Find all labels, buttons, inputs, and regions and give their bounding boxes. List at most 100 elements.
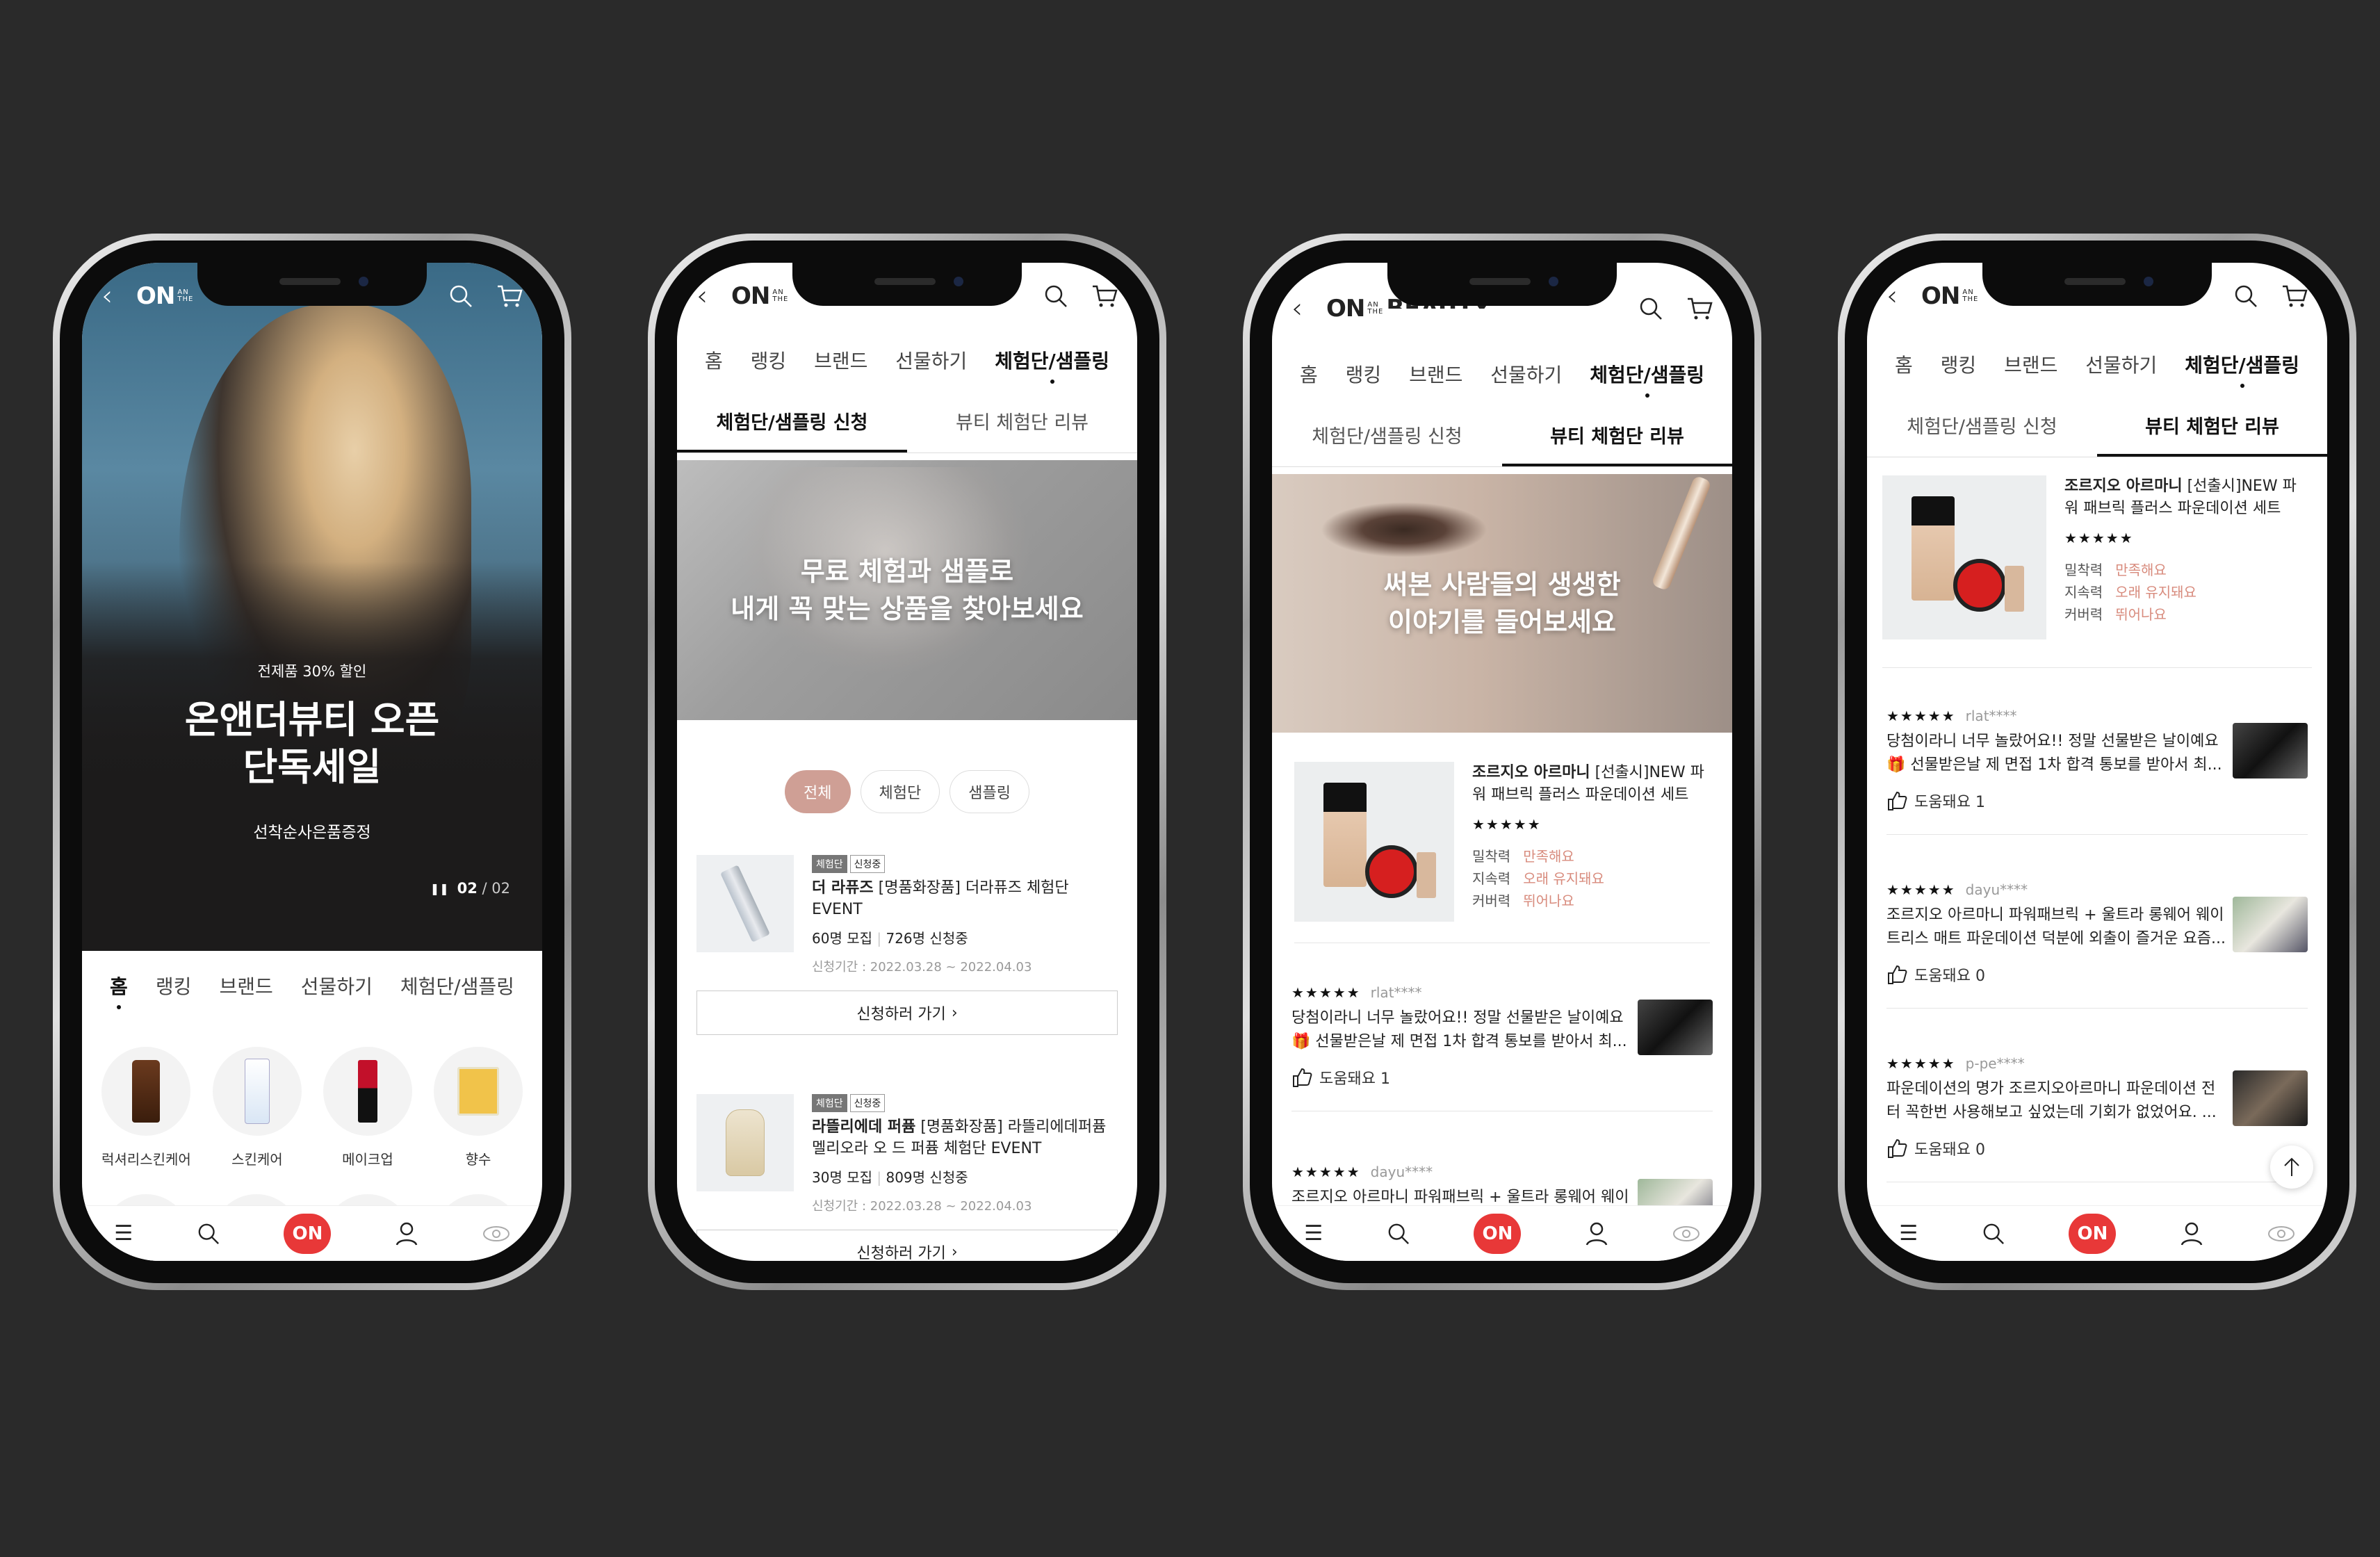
review-item[interactable]: ★★★★★ dayu**** 조르지오 아르마니 파워패브릭 + 울트라 롱웨어 … <box>1291 1164 1713 1234</box>
logo[interactable]: ON AN THE <box>731 282 788 310</box>
nav-ranking[interactable]: 랭킹 <box>751 346 787 374</box>
on-home-button[interactable]: ON <box>2069 1213 2117 1254</box>
apply-button[interactable]: 신청하러 가기 › <box>696 991 1118 1035</box>
nav-home[interactable]: 홈 <box>705 346 723 374</box>
helpful-button[interactable]: 도움돼요 0 <box>1886 1137 2308 1159</box>
nav-brand[interactable]: 브랜드 <box>1409 360 1462 388</box>
on-home-button[interactable]: ON <box>1474 1213 1522 1254</box>
category-luxury-skincare[interactable]: 럭셔리스킨케어 <box>101 1047 191 1168</box>
nav-ranking[interactable]: 랭킹 <box>1941 350 1977 378</box>
nav-brand[interactable]: 브랜드 <box>2004 350 2057 378</box>
back-icon[interactable]: ‹ <box>696 282 708 310</box>
review-item[interactable]: ★★★★★ rlat**** 당첨이라니 너무 놀랐어요!! 정말 선물받은 날이… <box>1291 984 1713 1111</box>
search-icon[interactable] <box>1639 297 1663 320</box>
hero-banner[interactable] <box>82 263 542 951</box>
search-icon[interactable] <box>197 1223 220 1245</box>
category-perfume[interactable]: 향수 <box>434 1047 523 1168</box>
review-stars: ★★★★★ <box>1886 881 1956 898</box>
review-photo[interactable] <box>2233 897 2308 952</box>
review-photo[interactable] <box>2233 723 2308 778</box>
nav-home[interactable]: 홈 <box>1895 350 1913 378</box>
nav-gift[interactable]: 선물하기 <box>895 346 967 374</box>
nav-ranking[interactable]: 랭킹 <box>1346 360 1382 388</box>
review-item[interactable]: ★★★★★ dayu**** 조르지오 아르마니 파워패브릭 + 울트라 롱웨어 … <box>1886 881 2308 1009</box>
tab-trial-review[interactable]: 뷰티 체험단 리뷰 <box>1502 409 1732 466</box>
user-icon[interactable] <box>2181 1222 2203 1246</box>
review-user: p-pe**** <box>1965 1055 2025 1072</box>
back-icon[interactable]: ‹ <box>1291 295 1303 323</box>
product-card[interactable]: 조르지오 아르마니 [선출시]NEW 파 워 패브릭 플러스 파운데이션 세트 … <box>1882 475 2312 668</box>
back-icon[interactable]: ‹ <box>101 282 113 310</box>
filter-trial[interactable]: 체험단 <box>860 770 940 813</box>
nav-home[interactable]: 홈 <box>1300 360 1318 388</box>
logo[interactable]: ON AN THE <box>136 282 193 310</box>
category-makeup[interactable]: 메이크업 <box>323 1047 412 1168</box>
back-icon[interactable]: ‹ <box>1886 282 1898 310</box>
cart-icon[interactable] <box>2281 284 2308 308</box>
menu-icon[interactable]: ☰ <box>1899 1221 1918 1246</box>
banner-title: 써본 사람들의 생생한 이야기를 들어보세요 <box>1383 569 1621 637</box>
sub-tabs: 체험단/샘플링 신청 뷰티 체험단 리뷰 <box>677 395 1137 453</box>
logo[interactable]: ON AN THE <box>1921 282 1978 310</box>
user-icon[interactable] <box>396 1222 418 1246</box>
review-user: rlat**** <box>1965 708 2017 724</box>
search-icon[interactable] <box>2234 284 2258 308</box>
product-card[interactable]: 조르지오 아르마니 [선출시]NEW 파 워 패브릭 플러스 파운데이션 세트 … <box>1294 762 1710 943</box>
review-photo[interactable] <box>1638 1000 1713 1055</box>
hero-promo: 전제품 30% 할인 <box>257 663 367 680</box>
helpful-button[interactable]: 도움돼요 1 <box>1291 1066 1713 1089</box>
cart-icon[interactable] <box>496 284 523 308</box>
apply-button[interactable]: 신청하러 가기 › <box>696 1230 1118 1261</box>
review-photo[interactable] <box>2233 1070 2308 1126</box>
product-name-2: 워 패브릭 플러스 파운데이션 세트 <box>1472 786 1689 804</box>
filter-sampling[interactable]: 샘플링 <box>949 770 1029 813</box>
trial-item[interactable]: 체험단 신청중 라뜰리에데 퍼퓸 [명품화장품] 라뜰리에데퍼퓸 멜리오라 오 드… <box>696 1094 1118 1261</box>
filter-all[interactable]: 전체 <box>785 770 851 813</box>
lipstick-icon <box>323 1047 412 1136</box>
helpful-button[interactable]: 도움돼요 0 <box>1886 963 2308 986</box>
hero-title: 온앤더뷰티 오픈 단독세일 <box>82 696 542 791</box>
nav-brand[interactable]: 브랜드 <box>219 972 272 1000</box>
nav-trial[interactable]: 체험단/샘플링 <box>1590 360 1704 388</box>
eye-icon[interactable] <box>2267 1225 2295 1243</box>
item-recruit: 60명 모집 <box>812 930 873 947</box>
tab-trial-apply[interactable]: 체험단/샘플링 신청 <box>677 395 907 453</box>
trial-item[interactable]: 체험단 신청중 더 라퓨즈 [명품화장품] 더라퓨즈 체험단 EVENT 60명 … <box>696 855 1118 1035</box>
hero-title-line-2: 단독세일 <box>243 745 382 789</box>
item-applied: 726명 신청중 <box>886 930 968 947</box>
nav-trial[interactable]: 체험단/샘플링 <box>2185 350 2299 378</box>
eye-icon[interactable] <box>1672 1225 1700 1243</box>
category-skincare[interactable]: 스킨케어 <box>212 1047 302 1168</box>
nav-trial[interactable]: 체험단/샘플링 <box>995 346 1109 374</box>
search-icon[interactable] <box>1982 1223 2005 1245</box>
menu-icon[interactable]: ☰ <box>1304 1221 1323 1246</box>
tab-trial-review[interactable]: 뷰티 체험단 리뷰 <box>907 395 1137 453</box>
cart-icon[interactable] <box>1686 297 1713 320</box>
tab-trial-apply[interactable]: 체험단/샘플링 신청 <box>1867 399 2097 457</box>
nav-ranking[interactable]: 랭킹 <box>156 972 192 1000</box>
menu-icon[interactable]: ☰ <box>114 1221 133 1246</box>
eye-icon[interactable] <box>482 1225 510 1243</box>
search-icon[interactable] <box>1387 1223 1410 1245</box>
cart-icon[interactable] <box>1091 284 1118 308</box>
scroll-to-top-button[interactable] <box>2270 1146 2313 1189</box>
nav-gift[interactable]: 선물하기 <box>1490 360 1562 388</box>
search-icon[interactable] <box>1044 284 1068 308</box>
tab-trial-review[interactable]: 뷰티 체험단 리뷰 <box>2097 399 2327 457</box>
tab-trial-apply[interactable]: 체험단/샘플링 신청 <box>1272 409 1502 466</box>
review-item[interactable]: ★★★★★ rlat**** 당첨이라니 너무 놀랐어요!! 정말 선물받은 날이… <box>1886 708 2308 835</box>
search-icon[interactable] <box>449 284 473 308</box>
nav-gift[interactable]: 선물하기 <box>301 972 373 1000</box>
nav-gift[interactable]: 선물하기 <box>2085 350 2157 378</box>
nav-trial[interactable]: 체험단/샘플링 <box>400 972 514 1000</box>
screen-trial-apply: ‹ ON AN THE 홈 랭킹 브랜드 선물하기 체험단/샘플링 체험단/샘플링… <box>677 263 1137 1261</box>
nav-brand[interactable]: 브랜드 <box>814 346 867 374</box>
review-stars: ★★★★★ <box>1291 1164 1361 1180</box>
pause-icon[interactable]: ❚❚ <box>430 882 449 895</box>
face-image <box>1321 502 1488 557</box>
user-icon[interactable] <box>1586 1222 1608 1246</box>
on-home-button[interactable]: ON <box>284 1213 332 1254</box>
helpful-button[interactable]: 도움돼요 1 <box>1886 790 2308 812</box>
review-item[interactable]: ★★★★★ p-pe**** 파운데이션의 명가 조르지오아르마니 파운데이션 전… <box>1886 1055 2308 1182</box>
nav-home[interactable]: 홈 <box>110 972 128 1000</box>
